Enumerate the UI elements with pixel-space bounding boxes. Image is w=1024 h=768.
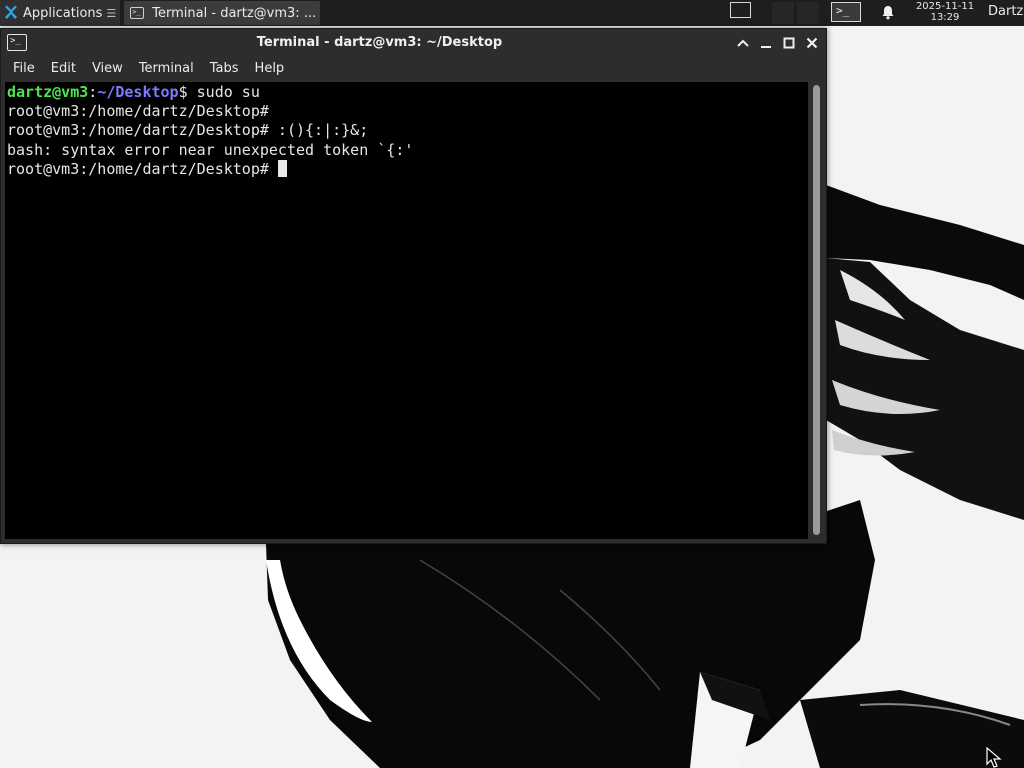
workspace-1-button[interactable] [730,2,751,18]
scrollbar-thumb[interactable] [813,85,820,535]
terminal-window: >_ Terminal - dartz@vm3: ~/Desktop File … [0,28,827,544]
clock-date: 2025-11-11 [915,1,975,12]
menu-bar: File Edit View Terminal Tabs Help [1,57,826,81]
user-menu[interactable]: Dartz [988,4,1023,19]
prompt-colon: : [88,83,98,101]
xfce-logo-icon [3,5,19,21]
menu-help[interactable]: Help [247,58,293,80]
top-panel: Applications ☰ >_ Terminal - dartz@vm3: … [0,0,1024,26]
menu-tabs[interactable]: Tabs [202,58,247,80]
taskbar-item-terminal[interactable]: >_ Terminal - dartz@vm3: ... [124,1,321,25]
prompt-user: dartz@vm3 [7,83,89,101]
taskbar-item-label: Terminal - dartz@vm3: ... [152,5,317,21]
close-icon[interactable] [802,33,822,53]
minimize-icon[interactable] [756,33,776,53]
prompt-command: $ sudo su [178,83,260,101]
menu-edit[interactable]: Edit [43,58,84,80]
terminal-line-5: root@vm3:/home/dartz/Desktop# [7,159,808,179]
terminal-line-2: root@vm3:/home/dartz/Desktop# [7,102,278,121]
terminal-line-3: root@vm3:/home/dartz/Desktop# :(){:|:}&; [7,121,369,140]
terminal-output[interactable]: dartz@vm3:~/Desktop$ sudo su root@vm3:/ho… [5,82,808,539]
applications-label: Applications [23,5,103,21]
current-prompt: root@vm3:/home/dartz/Desktop# [7,159,278,178]
window-title: Terminal - dartz@vm3: ~/Desktop [256,35,503,50]
menu-file[interactable]: File [5,58,43,80]
text-cursor [277,159,287,177]
terminal-line-4: bash: syntax error near unexpected token… [7,140,414,159]
menu-view[interactable]: View [84,58,131,80]
workspace-2-button[interactable] [772,2,794,24]
panel-clock[interactable]: 2025-11-11 13:29 [908,1,982,23]
chevron-up-icon[interactable] [733,33,753,53]
prompt-path: ~/Desktop [97,83,179,101]
mouse-pointer-icon [986,747,1002,768]
menu-terminal[interactable]: Terminal [131,58,202,80]
terminal-scrollbar[interactable] [810,82,824,539]
applications-menu-button[interactable]: Applications ☰ [0,0,121,26]
maximize-icon[interactable] [779,33,799,53]
tray-terminal-icon[interactable]: >_ [831,2,861,22]
workspace-3-button[interactable] [797,2,819,24]
terminal-line-1: dartz@vm3:~/Desktop$ sudo su [7,83,808,102]
terminal-icon: >_ [130,7,145,19]
clock-time: 13:29 [930,12,960,23]
menu-grip-icon: ☰ [106,6,117,20]
bell-icon[interactable] [881,5,895,24]
window-titlebar[interactable]: >_ Terminal - dartz@vm3: ~/Desktop [1,29,826,57]
